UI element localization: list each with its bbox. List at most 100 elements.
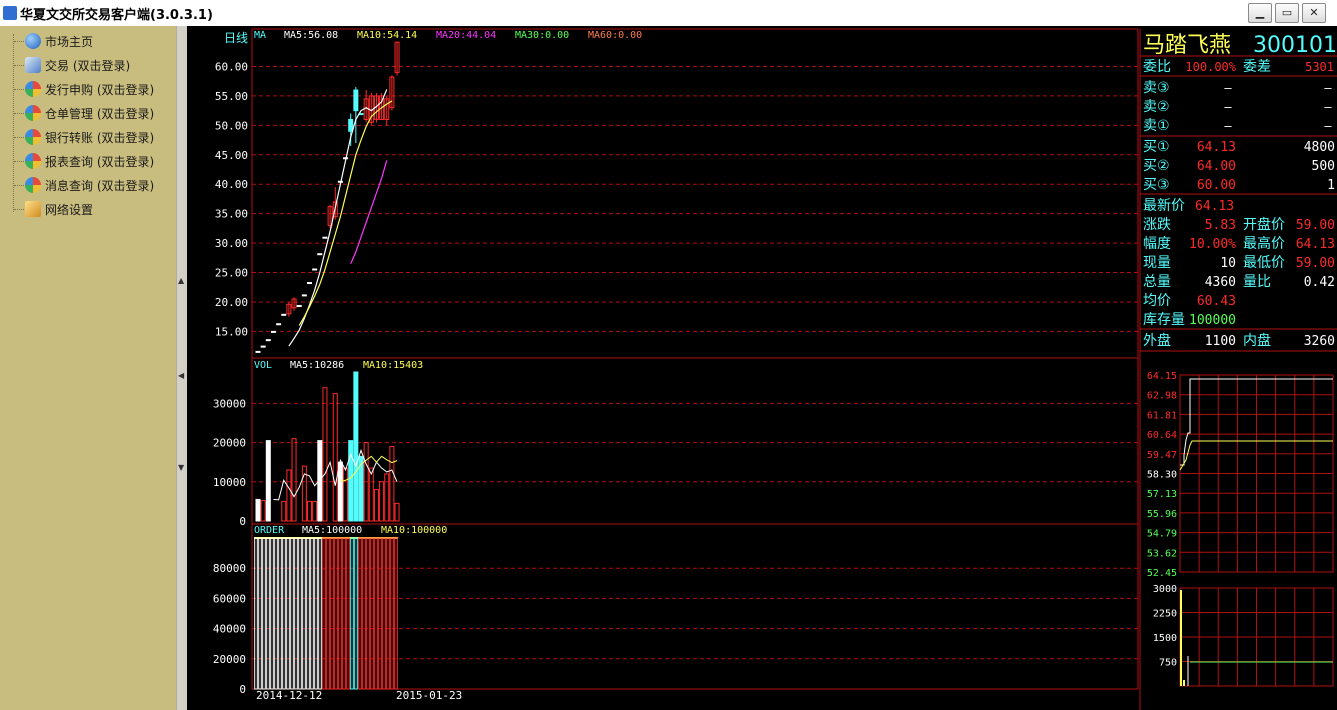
maximize-button[interactable]: ▭ xyxy=(1275,3,1299,23)
sidebar-item-label: 仓单管理 (双击登录) xyxy=(45,106,155,121)
change-value: 5.83 xyxy=(1205,218,1236,233)
sidebar-item-label: 报表查询 (双击登录) xyxy=(45,154,155,169)
collapse-left-icon[interactable]: ◀ xyxy=(178,371,184,380)
buy-level-label: 买③ xyxy=(1143,177,1170,193)
candle-body xyxy=(296,304,302,307)
y-tick-label: 60.00 xyxy=(215,60,248,73)
y-tick-label: 0 xyxy=(239,515,246,528)
globe-icon xyxy=(25,33,41,49)
order-bar xyxy=(390,537,394,690)
minimize-button[interactable]: ▁ xyxy=(1248,3,1272,23)
order-bar xyxy=(334,537,338,690)
sidebar-item-trade[interactable]: 交易 (双击登录) xyxy=(14,55,130,75)
sidebar-item-warehouse-receipt[interactable]: 仓单管理 (双击登录) xyxy=(14,103,154,123)
wei-cha-label: 委差 xyxy=(1243,59,1271,75)
sidebar-item-label: 银行转账 (双击登录) xyxy=(45,130,155,145)
candle-body xyxy=(276,323,282,326)
sidebar-item-ipo-subscription[interactable]: 发行申购 (双击登录) xyxy=(14,79,154,99)
order-bar xyxy=(346,537,350,690)
candle-body xyxy=(317,253,323,256)
low-label: 最低价 xyxy=(1243,255,1285,271)
y-tick-label: 40000 xyxy=(213,623,246,636)
buy-price: 60.00 xyxy=(1197,178,1236,193)
sidebar-item-report-query[interactable]: 报表查询 (双击登录) xyxy=(14,151,154,171)
last-price-value: 64.13 xyxy=(1195,199,1234,214)
order-bar xyxy=(386,537,390,690)
app-icon xyxy=(3,6,17,20)
volume-bar xyxy=(312,500,318,522)
wei-bi-value: 100.00% xyxy=(1185,60,1236,74)
close-button[interactable]: ✕ xyxy=(1302,3,1326,23)
high-value: 64.13 xyxy=(1296,237,1335,252)
sell-price: — xyxy=(1224,100,1232,114)
vol-legend: MA10:15403 xyxy=(363,360,423,371)
ma-legend: MA10:54.14 xyxy=(357,30,417,41)
order-bar xyxy=(326,537,330,690)
house-icon xyxy=(25,129,41,145)
buy-level-label: 买② xyxy=(1143,158,1170,174)
order-bar xyxy=(310,537,314,690)
volume-bar xyxy=(343,467,349,522)
order-bar xyxy=(366,537,370,690)
volume-bar xyxy=(332,393,338,522)
sell-price: — xyxy=(1224,119,1232,133)
candle-body xyxy=(322,236,328,239)
y-tick-label: 20000 xyxy=(213,653,246,666)
totvol-label: 总量 xyxy=(1143,274,1171,290)
volratio-value: 0.42 xyxy=(1304,275,1335,290)
sidebar: 市场主页 交易 (双击登录) 发行申购 (双击登录) 仓单管理 (双击登录) 银… xyxy=(0,26,176,710)
house-icon xyxy=(25,153,41,169)
order-bar xyxy=(322,537,326,690)
buy-price: 64.13 xyxy=(1197,140,1236,155)
house-icon xyxy=(25,81,41,97)
sidebar-item-network-settings[interactable]: 网络设置 xyxy=(14,199,93,219)
volume-bar xyxy=(394,502,400,522)
scroll-down-icon[interactable]: ▼ xyxy=(178,463,184,472)
volume-bar xyxy=(353,371,359,522)
order-bar xyxy=(350,537,354,690)
volume-bar xyxy=(291,438,297,522)
candle-body xyxy=(301,294,307,297)
buy-volume: 4800 xyxy=(1304,140,1335,155)
intraday-vol-tick: 750 xyxy=(1159,658,1177,669)
stock-label: 库存量 xyxy=(1143,312,1185,328)
order-bar xyxy=(262,537,266,690)
order-bar xyxy=(306,537,310,690)
ma-legend: MA xyxy=(254,30,266,41)
y-tick-label: 15.00 xyxy=(215,325,248,338)
avg-label: 均价 xyxy=(1143,293,1171,309)
high-label: 最高价 xyxy=(1243,235,1285,252)
order-bar xyxy=(358,537,362,690)
stock-value: 100000 xyxy=(1189,313,1236,328)
buy-price: 64.00 xyxy=(1197,159,1236,174)
sidebar-item-message-query[interactable]: 消息查询 (双击登录) xyxy=(14,175,154,195)
network-icon xyxy=(25,201,41,217)
volume-bar xyxy=(373,489,379,522)
volume-bar xyxy=(281,500,287,522)
y-tick-label: 20000 xyxy=(213,437,246,450)
order-bar xyxy=(286,537,290,690)
y-tick-label: 25.00 xyxy=(215,267,248,280)
y-tick-label: 10000 xyxy=(213,476,246,489)
intraday-price-tick: 58.30 xyxy=(1147,470,1177,481)
volume-bar xyxy=(384,473,390,522)
intraday-price-tick: 64.15 xyxy=(1147,371,1177,382)
volume-bar xyxy=(265,440,271,522)
house-icon xyxy=(25,177,41,193)
y-tick-label: 35.00 xyxy=(215,208,248,221)
scroll-up-icon[interactable]: ▲ xyxy=(178,276,184,285)
volratio-label: 量比 xyxy=(1243,274,1271,290)
intraday-vol-tick: 3000 xyxy=(1153,584,1177,595)
title-bar: 华夏文交所交易客户端(3.0.3.1) ▁ ▭ ✕ xyxy=(0,0,1337,27)
inner-value: 3260 xyxy=(1304,334,1335,349)
y-tick-label: 60000 xyxy=(213,592,246,605)
sidebar-item-bank-transfer[interactable]: 银行转账 (双击登录) xyxy=(14,127,154,147)
intraday-price-tick: 55.96 xyxy=(1147,509,1177,520)
sidebar-item-market-home[interactable]: 市场主页 xyxy=(14,31,93,51)
chart-svg[interactable]: 60.00 55.00 50.00 45.00 40.00 35.00 30.00 25.00… xyxy=(187,26,1337,710)
candle-body xyxy=(353,89,359,112)
chart-area[interactable]: 60.00 55.00 50.00 45.00 40.00 35.00 30.00 25.00… xyxy=(187,26,1337,710)
order-bar xyxy=(266,537,270,690)
totvol-value: 4360 xyxy=(1205,275,1236,290)
order-bar xyxy=(274,537,278,690)
